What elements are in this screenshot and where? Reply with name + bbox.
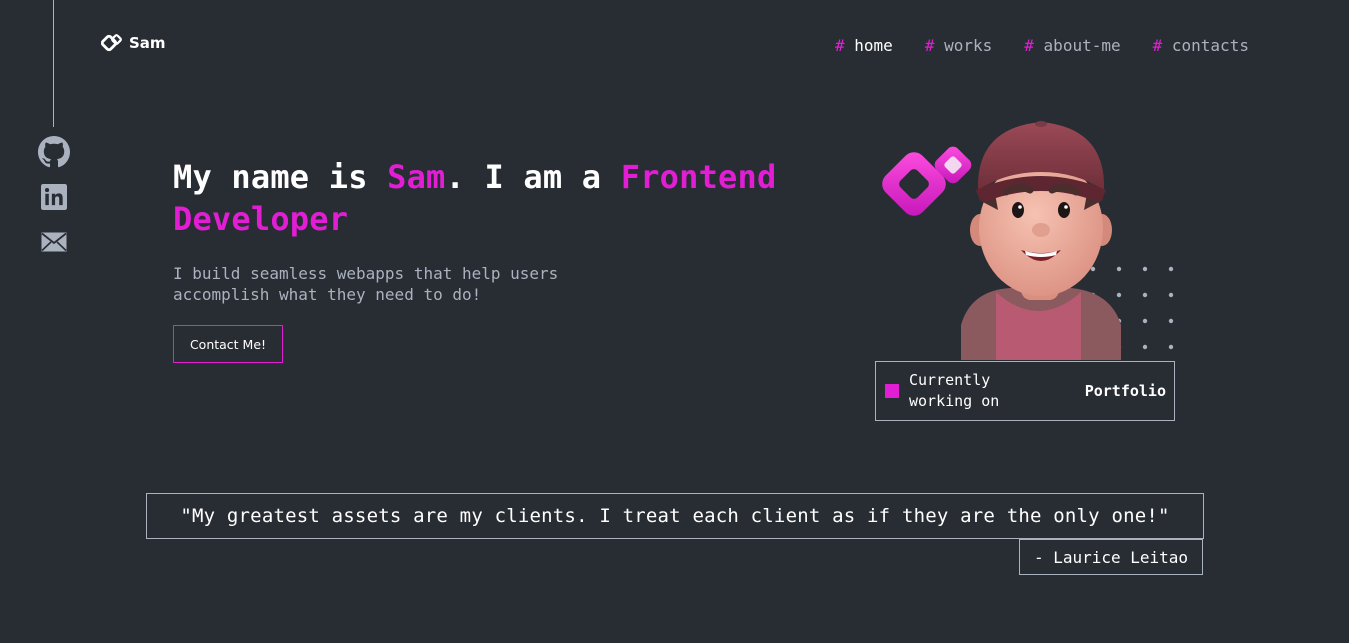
nav-contacts[interactable]: # contacts — [1153, 36, 1249, 55]
github-link[interactable] — [38, 136, 70, 168]
quote-text: "My greatest assets are my clients. I tr… — [146, 493, 1204, 539]
hero-name: Sam — [387, 158, 446, 196]
brand-name: Sam — [129, 34, 166, 52]
github-icon — [38, 136, 70, 168]
status-indicator — [885, 384, 899, 398]
nav-home[interactable]: # home — [835, 36, 893, 55]
social-rail-line — [53, 0, 54, 127]
sam-logo-icon — [101, 34, 122, 52]
nav-works[interactable]: # works — [925, 36, 992, 55]
email-icon — [41, 232, 67, 252]
brand-logo[interactable]: Sam — [101, 34, 166, 52]
status-box: Currently working on Portfolio — [875, 361, 1175, 421]
avatar — [961, 121, 1121, 360]
main-nav: # home # works # about-me # contacts — [835, 36, 1249, 55]
hero-subtitle: I build seamless webapps that help users… — [173, 264, 559, 304]
linkedin-link[interactable] — [38, 181, 70, 213]
status-project[interactable]: Portfolio — [1085, 382, 1166, 400]
status-label: Currently working on — [909, 371, 1000, 410]
hero-title: My name is Sam. I am a Frontend Develope… — [173, 158, 777, 238]
contact-me-button[interactable]: Contact Me! — [173, 325, 283, 363]
linkedin-icon — [41, 184, 67, 210]
pink-logo-shape — [882, 146, 972, 216]
hero-avatar-illustration — [882, 121, 1174, 360]
email-link[interactable] — [38, 226, 70, 258]
quote-author: - Laurice Leitao — [1019, 539, 1203, 575]
nav-about-me[interactable]: # about-me — [1024, 36, 1120, 55]
